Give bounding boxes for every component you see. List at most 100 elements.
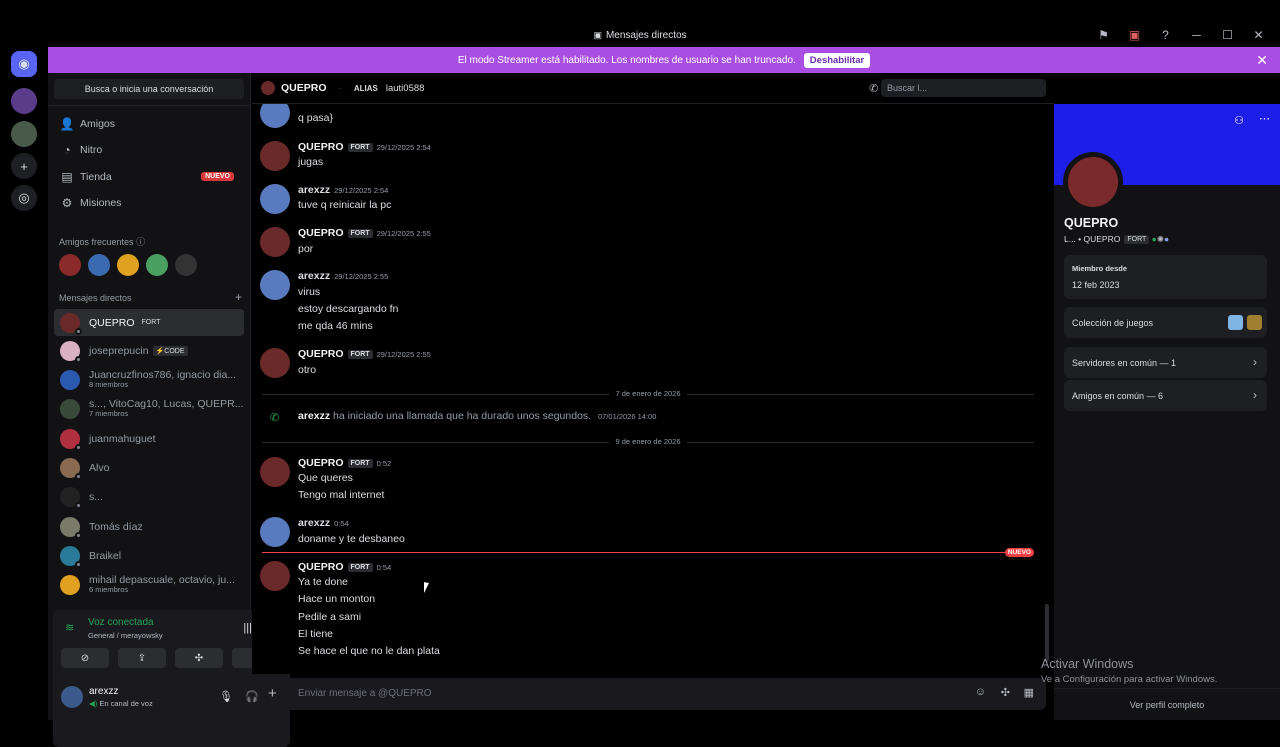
frequent-friends-title: Amigos frecuentes ⓘ [59,237,146,247]
message-input[interactable]: Enviar mensaje a @QUEPRO [298,688,432,699]
avatar[interactable] [260,457,290,487]
avatar[interactable] [260,104,290,128]
username: arexzz [89,686,119,697]
server-icon[interactable] [11,88,37,114]
noise-suppression-icon[interactable]: ||| [243,622,252,634]
dm-item[interactable]: Alvo [54,454,244,481]
mutual-servers-card[interactable]: Servidores en común — 1 › [1064,347,1267,378]
flag-icon[interactable]: ⚑ [1088,28,1119,42]
add-friend-icon[interactable]: ⚇ [1234,114,1244,127]
mutual-friends-card[interactable]: Amigos en común — 6 › [1064,380,1267,411]
add-server-icon[interactable]: + [11,153,37,179]
dm-item[interactable]: s..., VitoCag10, Lucas, QUEPR... 7 miembr… [54,395,244,422]
dm-item[interactable]: Juancruzfinos786, ignacio dia... 8 miembr… [54,366,244,393]
minimize-icon[interactable]: ─ [1181,28,1212,42]
message-author[interactable]: QUEPRO FORT 29/12/2025 2:55 [298,348,431,360]
message-text: por [298,243,314,255]
avatar[interactable] [260,141,290,171]
message-text: Hace un monton [298,593,376,605]
close-banner-icon[interactable]: ✕ [1256,52,1268,69]
message-author[interactable]: QUEPRO FORT 0:52 [298,457,391,469]
avatar[interactable] [175,254,197,276]
avatar[interactable] [260,348,290,378]
avatar [60,428,82,451]
avatar[interactable] [260,184,290,214]
dm-item[interactable]: Tomás díaz [54,513,244,540]
avatar[interactable] [117,254,139,276]
attach-icon[interactable]: + [268,685,277,702]
message-author[interactable]: QUEPRO FORT 0:54 [298,561,391,573]
avatar[interactable] [88,254,110,276]
activities-button[interactable]: ✣ [175,648,223,668]
maximize-icon[interactable]: ☐ [1212,28,1243,42]
profile-panel: ⚇ ⋯ QUEPRO L... • QUEPRO FORT ●✺● Miembro… [1054,104,1280,720]
message-text: Tengo mal internet [298,489,385,501]
avatar [60,457,82,480]
call-icon[interactable]: ✆ [869,82,878,95]
avatar[interactable] [61,686,83,708]
dm-item[interactable]: QUEPRO FORT [54,309,244,336]
chat-search[interactable]: Buscar l... [881,79,1046,97]
avatar[interactable] [146,254,168,276]
message-author[interactable]: QUEPRO FORT 29/12/2025 2:55 [298,227,431,239]
nav-friends[interactable]: 👤 Amigos [54,111,244,136]
mouse-cursor [424,582,434,595]
voice-channel[interactable]: General / merayowsky [88,631,163,640]
nav-quests[interactable]: ⚙ Misiones [54,190,244,215]
apps-icon[interactable]: ✣ [1001,686,1010,699]
gift-icon[interactable]: ▦ [1024,686,1034,699]
avatar[interactable] [260,561,290,591]
dm-item[interactable]: joseprepucin ⚡CODE [54,337,244,364]
dm-sidebar: Busca o inicia una conversación 👤 Amigos … [48,73,290,747]
message-text: El tiene [298,628,334,640]
scrollbar[interactable] [1045,604,1049,662]
chevron-right-icon: › [1253,388,1257,402]
message-text: Que queres [298,472,353,484]
avatar[interactable] [260,227,290,257]
dm-item[interactable]: mihail depascuale, octavio, ju... 6 miemb… [54,571,244,598]
phone-icon: ✆ [270,412,280,424]
avatar[interactable] [59,254,81,276]
server-icon[interactable] [11,121,37,147]
info-icon[interactable]: ⓘ [136,237,145,247]
close-icon[interactable]: ✕ [1243,28,1274,42]
screen-share-button[interactable]: ⇪ [118,648,166,668]
message-text: doname y te desbaneo [298,533,405,545]
avatar[interactable] [260,517,290,547]
message-text: virus [298,286,321,298]
help-icon[interactable]: ? [1150,28,1181,42]
avatar[interactable] [260,270,290,300]
banner-text: El modo Streamer está habilitado. Los no… [457,54,796,66]
create-dm-icon[interactable]: + [235,290,242,304]
quests-icon: ⚙ [61,195,73,210]
dm-item[interactable]: s... [54,483,244,510]
message-author[interactable]: arexzz 29/12/2025 2:55 [298,270,388,282]
message-text: estoy descargando fn [298,303,399,315]
profile-avatar[interactable] [1063,152,1123,212]
voice-status[interactable]: Voz conectada [88,617,154,628]
view-full-profile-link[interactable]: Ver perfil completo [1054,700,1280,710]
member-since-card: Miembro desde 12 feb 2023 [1064,255,1267,299]
conversation-search[interactable]: Busca o inicia una conversación [54,79,244,99]
camera-button[interactable]: ⊘ [61,648,109,668]
avatar [60,340,82,363]
call-message: arexzz ha iniciado una llamada que ha du… [298,410,657,422]
explore-icon[interactable]: ◎ [11,185,37,211]
message-author[interactable]: arexzz 0:54 [298,517,349,529]
game-collection-card[interactable]: Colección de juegos [1064,307,1267,338]
nav-nitro[interactable]: ◔ Nitro [54,137,244,162]
headphones-icon[interactable]: 🎧 [245,690,259,703]
emoji-icon[interactable]: ☺ [975,686,986,698]
message-author[interactable]: QUEPRO FORT 29/12/2025 2:54 [298,141,431,153]
discord-home-icon[interactable]: ◉ [11,51,37,77]
dm-item[interactable]: Braikel [54,542,244,569]
dm-item[interactable]: juanmahuguet [54,425,244,452]
microphone-icon[interactable]: 🎙 [219,690,233,703]
more-icon[interactable]: ⋯ [1259,112,1270,125]
nav-shop[interactable]: ▤ Tienda NUEVO [54,164,244,189]
chevron-right-icon: › [1253,355,1257,369]
disable-streamer-button[interactable]: Deshabilitar [803,52,871,68]
avatar [60,574,80,595]
message-author[interactable]: arexzz 29/12/2025 2:54 [298,184,388,196]
screen-icon[interactable]: ▣ [1119,28,1150,42]
